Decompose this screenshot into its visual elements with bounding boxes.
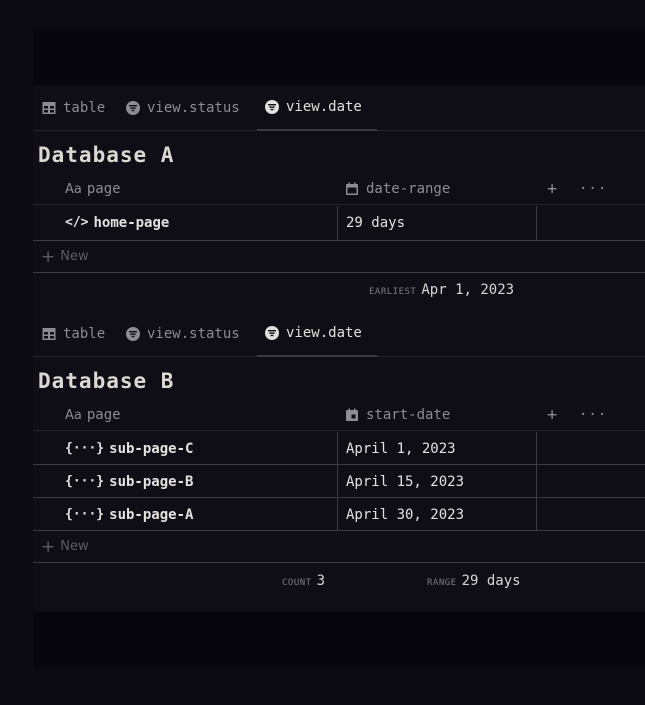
row-name[interactable]: {···} sub-page-A bbox=[65, 498, 193, 531]
table-row[interactable]: {···} sub-page-B April 15, 2023 bbox=[33, 465, 645, 498]
calc-value: 3 bbox=[316, 573, 326, 589]
page-title: Database B bbox=[38, 369, 175, 393]
row-name[interactable]: {···} sub-page-C bbox=[65, 432, 193, 465]
table-row[interactable]: </> home-page 29 days bbox=[33, 206, 645, 241]
plus-icon: + bbox=[41, 536, 56, 557]
row-title: sub-page-C bbox=[109, 440, 194, 457]
filter-icon bbox=[126, 101, 140, 115]
tab-view-status[interactable]: view.status bbox=[126, 85, 240, 131]
top-bar bbox=[33, 30, 645, 85]
tab-label: table bbox=[63, 100, 106, 116]
view-tabs: table view.status view.date bbox=[33, 85, 645, 131]
tab-label: table bbox=[63, 326, 106, 342]
calculation-earliest[interactable]: EARLIEST Apr 1, 2023 bbox=[369, 282, 514, 298]
tab-view-date[interactable]: view.date bbox=[257, 311, 377, 357]
calc-value: 29 days bbox=[461, 573, 521, 589]
row-name[interactable]: </> home-page bbox=[65, 206, 169, 239]
row-cell-start-date[interactable]: April 30, 2023 bbox=[337, 498, 537, 531]
new-label: New bbox=[60, 539, 89, 554]
cell-value: April 1, 2023 bbox=[346, 440, 456, 457]
code-icon: </> bbox=[65, 215, 89, 230]
tab-label: view.date bbox=[286, 99, 362, 115]
calculation-count[interactable]: COUNT 3 bbox=[282, 573, 325, 589]
calculation-range[interactable]: RANGE 29 days bbox=[427, 573, 521, 589]
calendar-icon bbox=[346, 408, 358, 421]
column-label: page bbox=[86, 181, 121, 197]
page-icon: {···} bbox=[65, 441, 105, 456]
more-options-button[interactable]: ··· bbox=[579, 173, 607, 205]
new-row-button[interactable]: + New bbox=[33, 241, 645, 273]
row-name[interactable]: {···} sub-page-B bbox=[65, 465, 193, 498]
filter-icon bbox=[265, 326, 279, 340]
new-row-button[interactable]: + New bbox=[33, 531, 645, 563]
column-label: start-date bbox=[366, 407, 451, 423]
cell-value: 29 days bbox=[346, 214, 406, 231]
database-a: table view.status view.date Database A A… bbox=[33, 85, 645, 305]
tab-view-date[interactable]: view.date bbox=[257, 85, 377, 131]
column-header-page[interactable]: Aa page bbox=[65, 399, 121, 431]
table-row[interactable]: {···} sub-page-C April 1, 2023 bbox=[33, 432, 645, 465]
calc-label: RANGE bbox=[427, 578, 457, 588]
row-cell-start-date[interactable]: April 1, 2023 bbox=[337, 432, 537, 465]
column-header-page[interactable]: Aa page bbox=[65, 173, 121, 205]
tab-label: view.status bbox=[147, 100, 240, 116]
page-icon: {···} bbox=[65, 474, 105, 489]
calc-label: COUNT bbox=[282, 578, 312, 588]
tab-label: view.date bbox=[286, 325, 362, 341]
row-cell-start-date[interactable]: April 15, 2023 bbox=[337, 465, 537, 498]
page-title: Database A bbox=[38, 143, 175, 167]
tab-table[interactable]: table bbox=[42, 311, 105, 357]
table-header: Aa page start-date + ··· bbox=[33, 399, 645, 431]
app-frame: table view.status view.date Database A A… bbox=[33, 30, 645, 668]
view-tabs: table view.status view.date bbox=[33, 311, 645, 357]
row-title: home-page bbox=[93, 214, 170, 231]
bottom-bar bbox=[33, 612, 645, 668]
add-column-button[interactable]: + bbox=[547, 173, 557, 205]
filter-icon bbox=[265, 100, 279, 114]
table-header: Aa page date-range + ··· bbox=[33, 173, 645, 205]
cell-value: April 30, 2023 bbox=[346, 506, 465, 523]
table-row[interactable]: {···} sub-page-A April 30, 2023 bbox=[33, 498, 645, 531]
page-icon: {···} bbox=[65, 507, 105, 522]
column-header-date-range[interactable]: date-range bbox=[345, 173, 450, 205]
calc-value: Apr 1, 2023 bbox=[421, 282, 515, 298]
row-title: sub-page-A bbox=[109, 506, 194, 523]
calendar-icon bbox=[346, 182, 358, 195]
add-column-button[interactable]: + bbox=[547, 399, 557, 431]
text-type-icon: Aa bbox=[65, 181, 82, 197]
column-label: page bbox=[86, 407, 121, 423]
calc-label: EARLIEST bbox=[369, 287, 417, 297]
tab-table[interactable]: table bbox=[42, 85, 105, 131]
database-b: table view.status view.date Database B A… bbox=[33, 311, 645, 611]
row-title: sub-page-B bbox=[109, 473, 194, 490]
text-type-icon: Aa bbox=[65, 407, 82, 423]
more-options-button[interactable]: ··· bbox=[579, 399, 607, 431]
column-header-start-date[interactable]: start-date bbox=[345, 399, 450, 431]
filter-icon bbox=[126, 327, 140, 341]
cell-value: April 15, 2023 bbox=[346, 473, 465, 490]
table-icon bbox=[42, 328, 56, 340]
table-icon bbox=[42, 102, 56, 114]
tab-view-status[interactable]: view.status bbox=[126, 311, 240, 357]
tab-label: view.status bbox=[147, 326, 240, 342]
row-cell-date-range[interactable]: 29 days bbox=[337, 206, 537, 240]
column-label: date-range bbox=[366, 181, 451, 197]
new-label: New bbox=[60, 249, 89, 264]
plus-icon: + bbox=[41, 246, 56, 267]
